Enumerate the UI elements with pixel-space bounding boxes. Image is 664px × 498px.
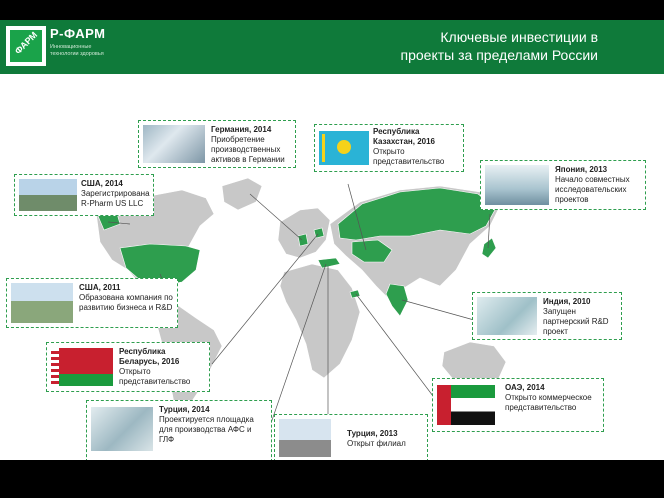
- card-turkey2013-title: Турция, 2013: [347, 429, 398, 438]
- kazakhstan-flag: [319, 131, 369, 165]
- card-japan-title: Япония, 2013: [555, 165, 608, 174]
- leader-india: [401, 299, 475, 321]
- cleanroom-photo: [91, 407, 153, 451]
- logo-name: Р-ФАРМ: [50, 26, 106, 41]
- russia-highlight: [337, 187, 497, 241]
- card-usa2014-title: США, 2014: [81, 179, 123, 188]
- card-uae-title: ОАЭ, 2014: [505, 383, 545, 392]
- card-germany-title: Германия, 2014: [211, 125, 272, 134]
- office-building-photo: [19, 179, 77, 211]
- page: ФАРМ Р-ФАРМ Инновационные технологии здо…: [0, 0, 664, 498]
- card-uae: ОАЭ, 2014 Открыто коммерческое представи…: [432, 378, 604, 432]
- card-india-text: Запущен партнерский R&D проект: [543, 307, 609, 336]
- card-turkey2013: Турция, 2013 Открыт филиал: [274, 414, 428, 460]
- card-uae-text: Открыто коммерческое представительство: [505, 393, 592, 412]
- slide: ФАРМ Р-ФАРМ Инновационные технологии здо…: [0, 20, 664, 460]
- card-usa2011-title: США, 2011: [79, 283, 121, 292]
- india-highlight: [385, 283, 409, 317]
- cleanroom-photo: [477, 297, 537, 335]
- card-india: Индия, 2010 Запущен партнерский R&D прое…: [472, 292, 622, 340]
- card-belarus-text: Открыто представительство: [119, 367, 191, 386]
- card-belarus: Республика Беларусь, 2016 Открыто предст…: [46, 342, 210, 392]
- card-turkey2013-text: Открыт филиал: [347, 439, 406, 448]
- pharma-production-photo: [143, 125, 205, 163]
- modern-building-photo: [279, 419, 331, 457]
- card-usa2011: США, 2011 Образована компания по развити…: [6, 278, 178, 328]
- header-bar: ФАРМ Р-ФАРМ Инновационные технологии здо…: [0, 20, 664, 74]
- card-kazakhstan-text: Открыто представительство: [373, 147, 445, 166]
- title-line-2: проекты за пределами России: [400, 47, 598, 63]
- card-turkey2014: Турция, 2014 Проектируется площадка для …: [86, 400, 272, 460]
- footer-bar: [0, 460, 664, 498]
- card-usa2014: США, 2014 Зарегистрирована R-Pharm US LL…: [14, 174, 154, 216]
- japan-highlight: [481, 237, 497, 259]
- belarus-highlight: [313, 227, 325, 239]
- card-turkey2014-text: Проектируется площадка для производства …: [159, 415, 254, 444]
- card-germany: Германия, 2014 Приобретение производстве…: [138, 120, 296, 168]
- card-kazakhstan-title: Республика Казахстан, 2016: [373, 127, 435, 146]
- card-belarus-title: Республика Беларусь, 2016: [119, 347, 180, 366]
- laboratory-photo: [485, 165, 549, 205]
- card-usa2014-text: Зарегистрирована R-Pharm US LLC: [81, 189, 150, 208]
- card-japan-text: Начало совместных исследовательских прое…: [555, 175, 630, 204]
- card-usa2011-text: Образована компания по развитию бизнеса …: [79, 293, 173, 312]
- title-line-1: Ключевые инвестиции в: [440, 29, 598, 45]
- company-logo: ФАРМ Р-ФАРМ Инновационные технологии здо…: [6, 24, 111, 70]
- card-turkey2014-title: Турция, 2014: [159, 405, 210, 414]
- card-japan: Япония, 2013 Начало совместных исследова…: [480, 160, 646, 210]
- logo-mark: ФАРМ: [6, 26, 46, 66]
- campus-photo: [11, 283, 73, 323]
- card-india-title: Индия, 2010: [543, 297, 591, 306]
- logo-slogan: Инновационные технологии здоровья: [50, 44, 104, 57]
- card-germany-text: Приобретение производственных активов в …: [211, 135, 285, 164]
- card-kazakhstan: Республика Казахстан, 2016 Открыто предс…: [314, 124, 464, 172]
- belarus-flag: [51, 348, 113, 386]
- turkey-highlight: [317, 257, 341, 269]
- germany-highlight: [297, 233, 309, 247]
- greenland-shape: [221, 177, 263, 211]
- page-title: Ключевые инвестиции в проекты за предела…: [318, 28, 598, 64]
- uae-flag: [437, 385, 495, 425]
